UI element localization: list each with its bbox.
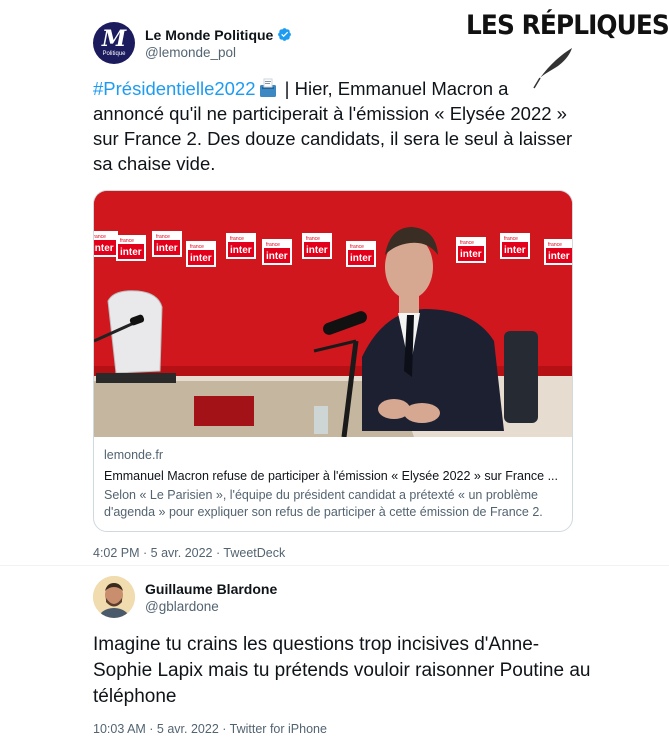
logo-text-top: france: [460, 240, 474, 246]
logo-text: inter: [156, 243, 178, 254]
logo-text-top: france: [120, 238, 134, 244]
logo-text: inter: [120, 247, 142, 258]
link-card[interactable]: france inter france inter france inter fran…: [93, 190, 573, 532]
card-domain[interactable]: lemonde.fr: [104, 447, 560, 464]
logo-text: inter: [94, 243, 114, 254]
logo-text-top: france: [266, 242, 280, 248]
tweet-header: M Politique Le Monde Politique @lemonde_…: [93, 22, 583, 64]
logo-text-top: france: [230, 236, 244, 242]
handle[interactable]: @gblardone: [145, 599, 277, 614]
logo-text-top: france: [306, 236, 320, 242]
logo-text: inter: [306, 245, 328, 256]
handle[interactable]: @lemonde_pol: [145, 45, 292, 60]
tweet-header: Guillaume Blardone @gblardone: [93, 576, 593, 618]
logo-text-top: france: [350, 244, 364, 250]
tweet-text: Imagine tu crains les questions trop inc…: [93, 634, 591, 707]
display-name[interactable]: Le Monde Politique: [145, 27, 292, 43]
logo-text: inter: [504, 245, 526, 256]
tweet-lemonde[interactable]: M Politique Le Monde Politique @lemonde_…: [93, 22, 583, 560]
avatar[interactable]: [93, 576, 135, 618]
logo-text: inter: [548, 251, 570, 262]
logo-text-top: france: [156, 234, 170, 240]
tweet-divider: [0, 565, 669, 566]
logo-text: inter: [460, 249, 482, 260]
avatar-letter: M: [101, 26, 127, 52]
ballot-box-icon: [259, 78, 276, 97]
tweet-timestamp[interactable]: 4:02 PM · 5 avr. 2022 · TweetDeck: [93, 546, 583, 560]
logo-text: inter: [190, 253, 212, 264]
tweet-text: #Présidentielle2022 | Hier, Emmanuel Mac…: [93, 76, 583, 176]
display-name-text[interactable]: Le Monde Politique: [145, 27, 273, 43]
display-name[interactable]: Guillaume Blardone: [145, 581, 277, 597]
tweet-timestamp[interactable]: 10:03 AM · 5 avr. 2022 · Twitter for iPh…: [93, 722, 593, 736]
logo-text: inter: [266, 251, 288, 262]
hashtag-link[interactable]: #Présidentielle2022: [93, 78, 256, 99]
logo-text: inter: [350, 253, 372, 264]
card-description: Selon « Le Parisien », l'équipe du prési…: [104, 488, 543, 519]
logo-text-top: france: [94, 234, 106, 240]
avatar[interactable]: M Politique: [93, 22, 135, 64]
logo-text-top: france: [548, 242, 562, 248]
logo-text-top: france: [504, 236, 518, 242]
avatar-sub: Politique: [102, 51, 126, 57]
studio-photo: france inter france inter france inter fran…: [94, 191, 572, 437]
tweet-blardone[interactable]: Guillaume Blardone @gblardone Imagine tu…: [93, 576, 593, 736]
card-title[interactable]: Emmanuel Macron refuse de participer à l…: [104, 468, 560, 485]
logo-text: inter: [230, 245, 252, 256]
verified-badge-icon: [278, 28, 292, 41]
card-image[interactable]: france inter france inter france inter fran…: [94, 191, 572, 437]
logo-text-top: france: [190, 244, 204, 250]
avatar-photo: [93, 576, 135, 618]
